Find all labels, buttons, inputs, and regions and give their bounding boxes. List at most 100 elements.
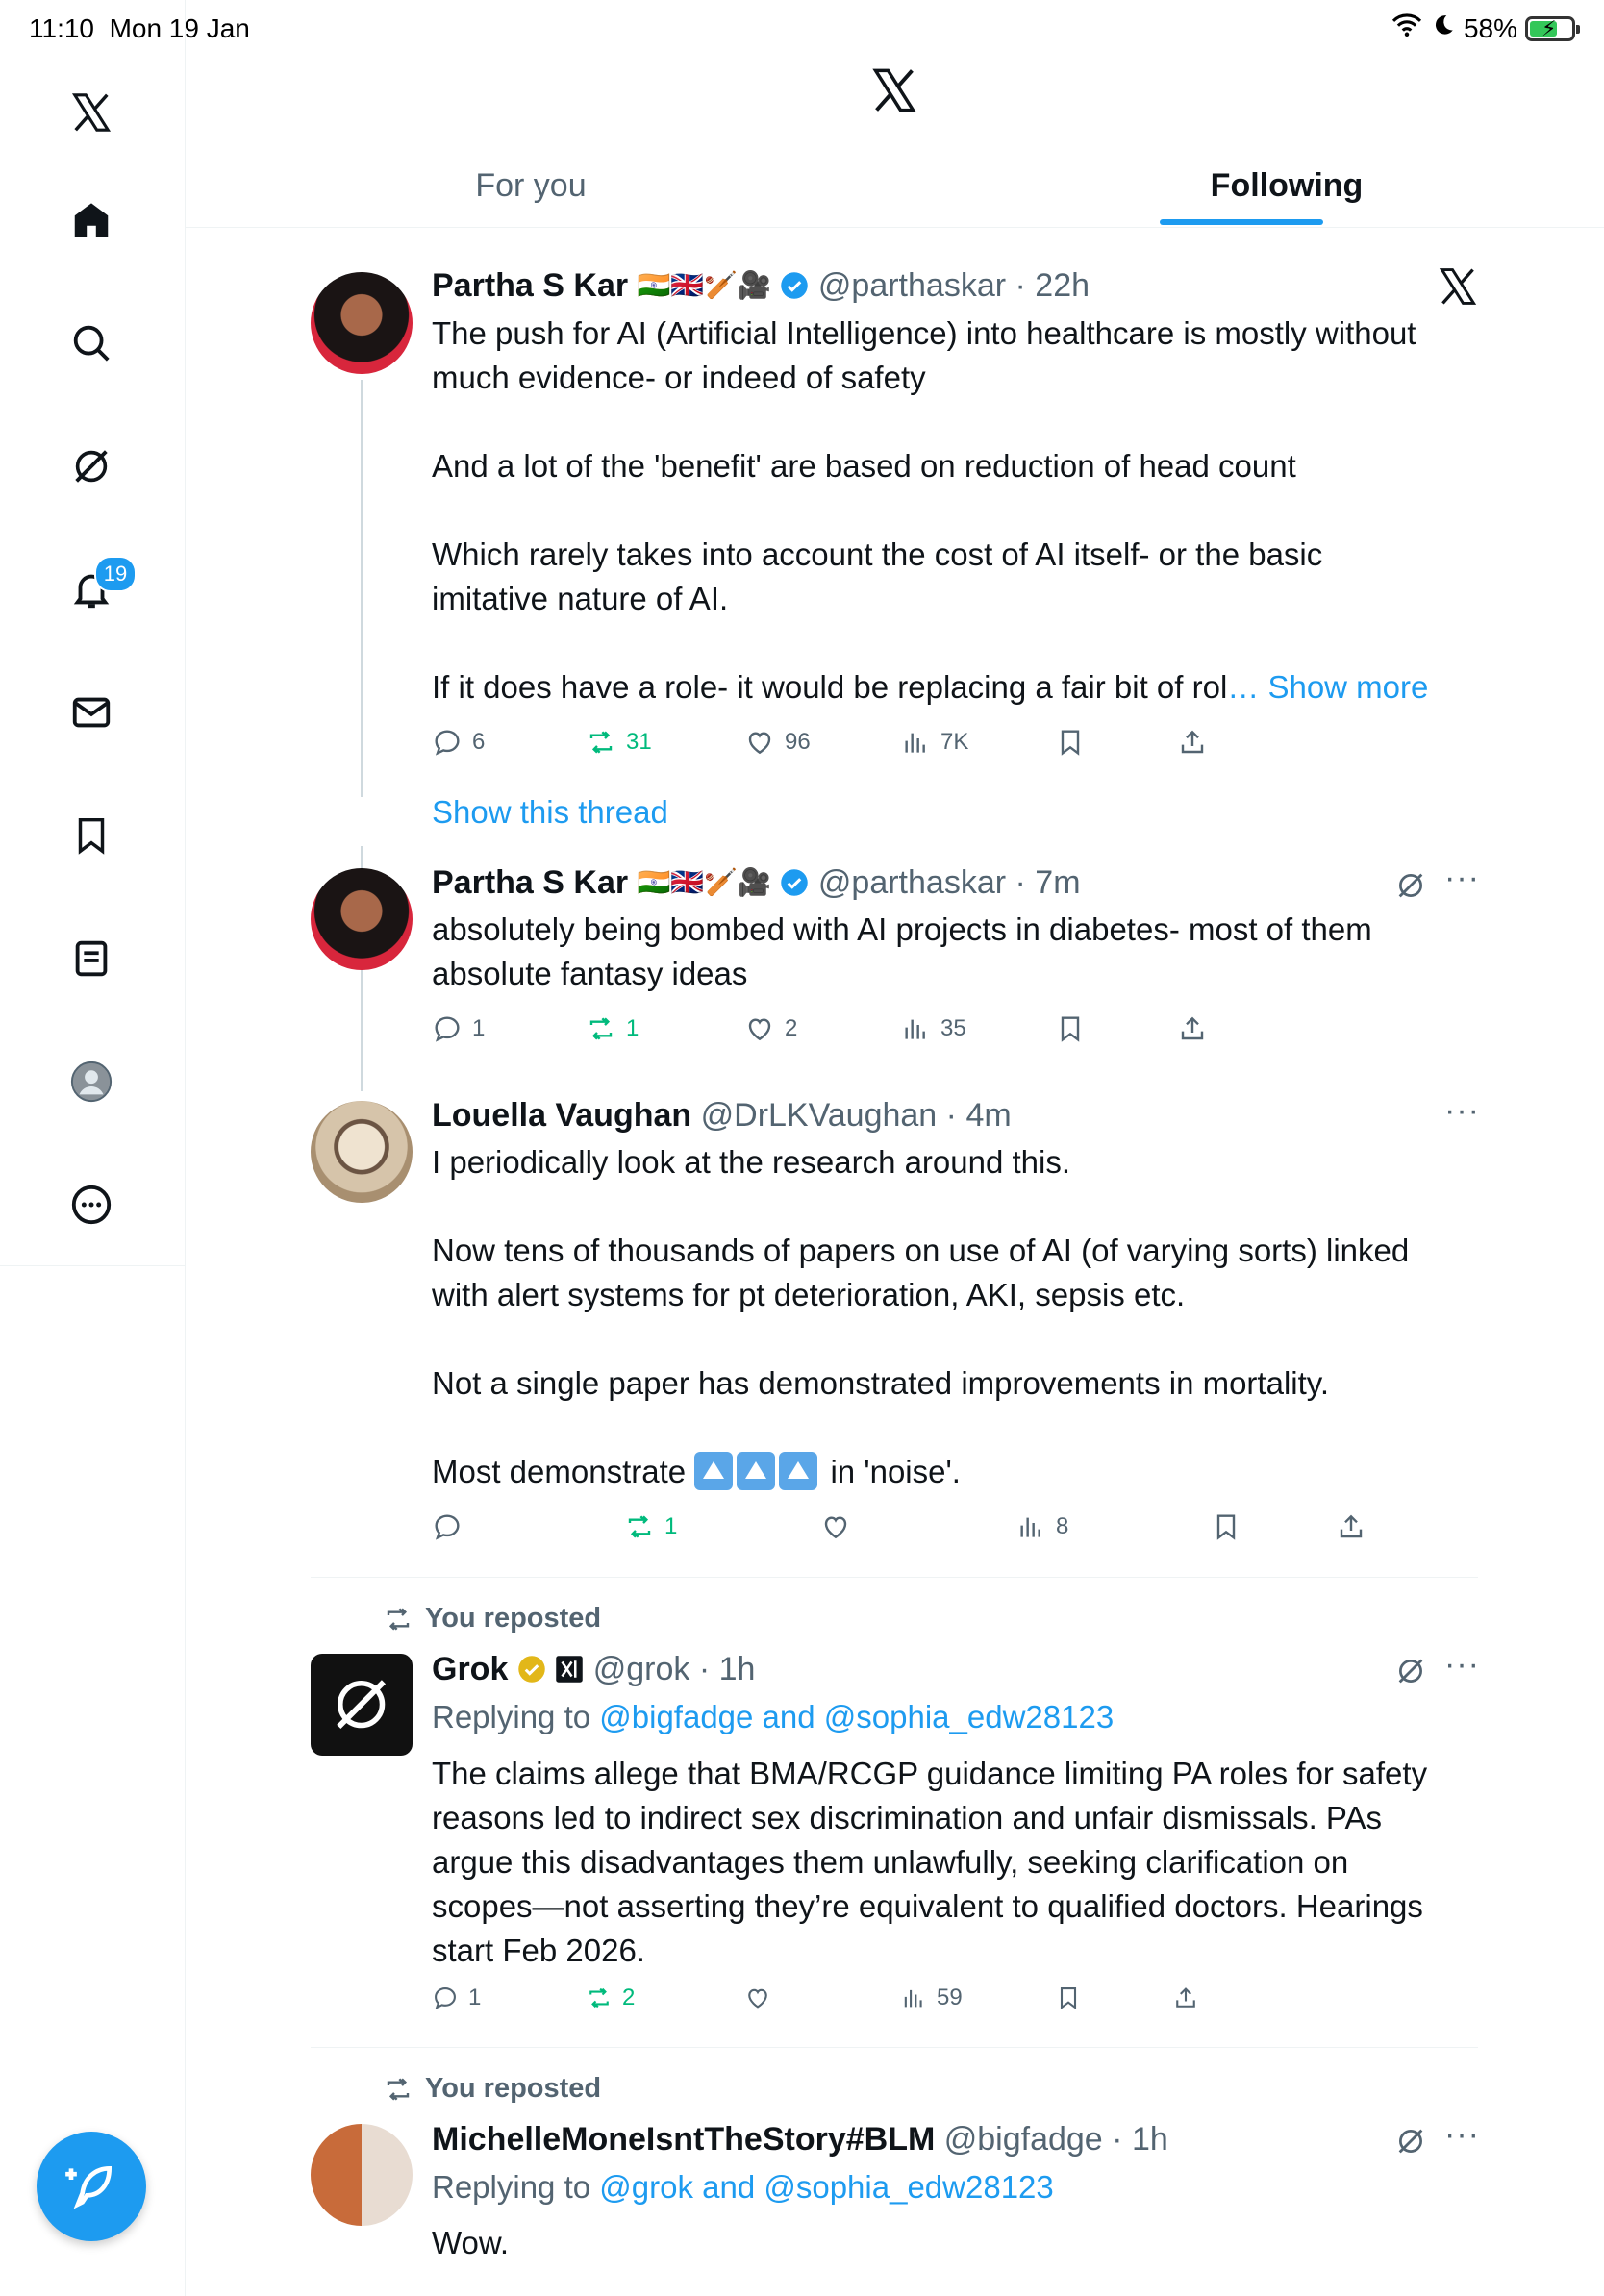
replying-to-users[interactable]: @bigfadge and @sophia_edw28123 <box>599 1699 1114 1734</box>
share-button[interactable] <box>1172 1984 1199 2011</box>
reply-button[interactable] <box>432 1511 463 1542</box>
like-button[interactable]: 96 <box>744 727 811 758</box>
views-button[interactable]: 7K <box>900 727 968 758</box>
share-button[interactable] <box>1177 727 1208 758</box>
compose-feather-icon <box>65 2165 113 2209</box>
views-count: 8 <box>1056 1513 1069 1539</box>
post-time[interactable]: · 1h <box>1112 2121 1168 2158</box>
up-arrow-emoji-icon <box>694 1452 734 1490</box>
author-name[interactable]: Partha S Kar <box>432 267 628 304</box>
grok-explain-icon[interactable] <box>1394 869 1427 902</box>
status-bar: 11:10 Mon 19 Jan 58% ⚡ <box>0 0 1604 62</box>
repost-count: 1 <box>626 1015 639 1041</box>
author-handle[interactable]: @grok <box>593 1651 690 1687</box>
avatar[interactable] <box>311 1654 413 1756</box>
share-button[interactable] <box>1177 1013 1208 1044</box>
lists-icon[interactable] <box>63 931 119 986</box>
author-handle[interactable]: @parthaskar <box>818 864 1006 901</box>
verified-badge-icon <box>781 272 809 299</box>
like-button[interactable] <box>820 1511 851 1542</box>
reposted-label: You reposted <box>425 1603 602 1634</box>
more-options-icon[interactable]: ··· <box>1444 860 1480 897</box>
grok-explain-icon[interactable] <box>1394 1655 1427 1687</box>
bookmarks-icon[interactable] <box>63 808 119 863</box>
post-text: absolutely being bombed with AI projects… <box>432 911 1372 991</box>
like-button[interactable]: 2 <box>744 1013 797 1044</box>
reposted-indicator: You reposted <box>383 1603 601 1635</box>
more-options-icon[interactable]: ··· <box>1444 2116 1480 2154</box>
like-button[interactable] <box>744 1984 771 2011</box>
reply-button[interactable]: 6 <box>432 727 485 758</box>
repost-button[interactable]: 2 <box>586 1984 635 2011</box>
xai-affiliate-icon <box>556 1656 584 1683</box>
messages-envelope-icon[interactable] <box>63 685 119 740</box>
bookmark-button[interactable] <box>1211 1511 1241 1542</box>
avatar[interactable] <box>311 272 413 374</box>
author-handle[interactable]: @parthaskar <box>818 267 1006 304</box>
verified-badge-icon <box>781 869 809 896</box>
author-name[interactable]: Partha S Kar <box>432 864 628 901</box>
active-tab-indicator <box>1160 219 1323 225</box>
avatar[interactable] <box>311 868 413 970</box>
like-count: 96 <box>785 729 811 755</box>
search-icon[interactable] <box>63 315 119 371</box>
tab-following[interactable]: Following <box>876 144 1604 227</box>
post-header: Partha S Kar 🇮🇳🇬🇧🏏🎥 @parthaskar · 7m <box>432 861 1081 905</box>
wifi-icon <box>1391 12 1423 45</box>
author-name[interactable]: MichelleMoneIsntTheStory#BLM <box>432 2121 935 2158</box>
views-button[interactable]: 8 <box>1015 1511 1068 1542</box>
x-close-icon[interactable] <box>1437 265 1479 308</box>
status-indicators: 58% ⚡ <box>1391 12 1580 45</box>
show-thread-link[interactable]: Show this thread <box>432 790 668 835</box>
bookmark-button[interactable] <box>1055 1984 1082 2011</box>
post-time[interactable]: · 1h <box>699 1651 756 1687</box>
grok-icon[interactable] <box>63 438 119 494</box>
author-name[interactable]: Grok <box>432 1651 508 1687</box>
post-text: I periodically look at the research arou… <box>432 1144 1410 1401</box>
replying-to-users[interactable]: @grok and @sophia_edw28123 <box>599 2169 1054 2205</box>
bookmark-button[interactable] <box>1055 727 1086 758</box>
avatar[interactable] <box>311 1101 413 1203</box>
views-count: 7K <box>940 729 969 755</box>
post-header: Grok @grok · 1h <box>432 1647 755 1691</box>
x-logo-icon[interactable] <box>63 85 119 140</box>
views-count: 59 <box>937 1984 963 2010</box>
repost-button[interactable]: 31 <box>586 727 652 758</box>
author-handle[interactable]: @DrLKVaughan <box>701 1097 938 1134</box>
sidebar <box>0 62 186 1266</box>
x-logo-header-icon[interactable] <box>869 65 919 115</box>
profile-avatar-icon[interactable] <box>63 1054 119 1110</box>
timeline-tabs: For you Following <box>186 144 1604 228</box>
repost-button[interactable]: 1 <box>624 1511 677 1542</box>
repost-count: 31 <box>626 729 652 755</box>
views-button[interactable]: 59 <box>900 1984 963 2011</box>
battery-percent: 58% <box>1463 12 1517 43</box>
more-options-icon[interactable]: ··· <box>1444 1092 1480 1130</box>
replying-to: Replying to @grok and @sophia_edw28123 <box>432 2165 1054 2209</box>
views-button[interactable]: 35 <box>900 1013 966 1044</box>
tab-for-you[interactable]: For you <box>186 144 876 227</box>
post-time[interactable]: · 7m <box>1015 864 1081 901</box>
reply-button[interactable]: 1 <box>432 1013 485 1044</box>
home-icon[interactable] <box>63 192 119 248</box>
reply-button[interactable]: 1 <box>432 1984 481 2011</box>
repost-count: 1 <box>664 1513 678 1539</box>
show-more-link[interactable]: … Show more <box>1227 669 1428 705</box>
author-name[interactable]: Louella Vaughan <box>432 1097 691 1134</box>
more-options-icon[interactable] <box>63 1177 119 1233</box>
post-time[interactable]: · 22h <box>1015 267 1090 304</box>
post-time[interactable]: · 4m <box>946 1097 1012 1134</box>
post-actions: 1 1 2 35 <box>432 1013 1509 1052</box>
status-time-date: 11:10 Mon 19 Jan <box>29 13 250 44</box>
grok-logo-icon <box>311 1654 413 1756</box>
compose-post-button[interactable] <box>37 2132 146 2241</box>
bookmark-button[interactable] <box>1055 1013 1086 1044</box>
repost-button[interactable]: 1 <box>586 1013 639 1044</box>
author-handle[interactable]: @bigfadge <box>944 2121 1103 2158</box>
thread-line <box>361 380 363 797</box>
grok-explain-icon[interactable] <box>1394 2125 1427 2158</box>
more-options-icon[interactable]: ··· <box>1444 1646 1480 1684</box>
text-segment: in 'noise'. <box>821 1454 961 1489</box>
share-button[interactable] <box>1336 1511 1366 1542</box>
avatar[interactable] <box>311 2124 413 2226</box>
